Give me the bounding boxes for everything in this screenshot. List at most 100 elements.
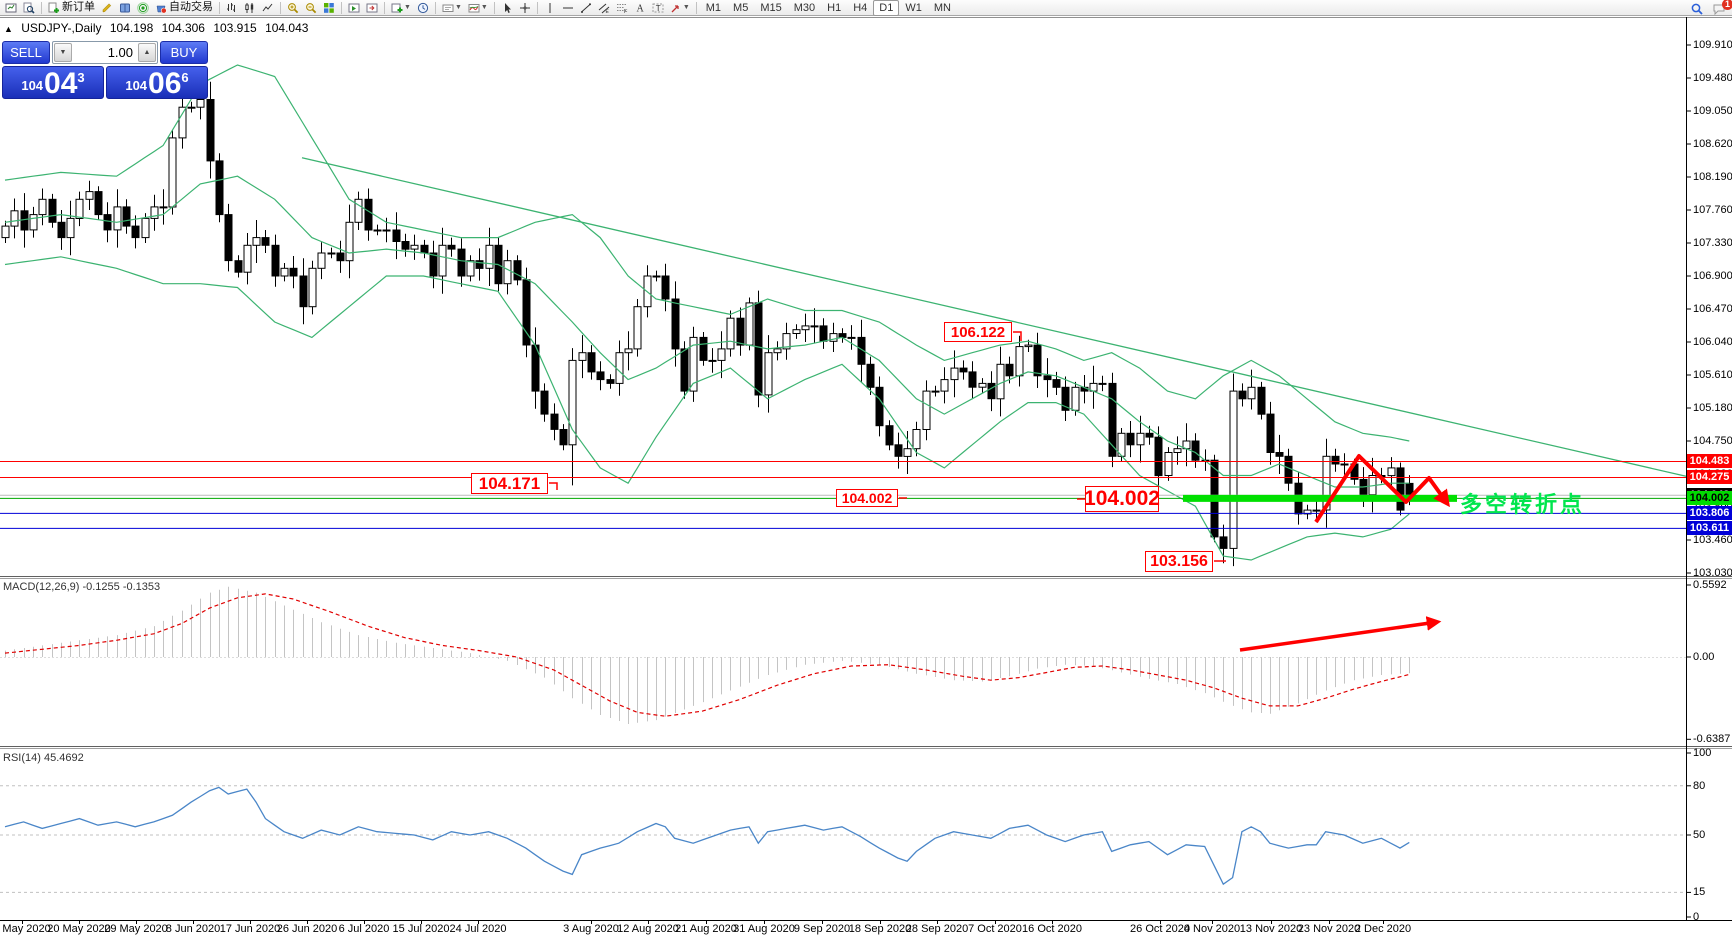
vertical-line-button[interactable] [541,0,559,16]
cursor-button[interactable] [498,0,516,16]
auto-trading-label: 自动交易 [169,1,213,14]
timeframe-W1-button[interactable]: W1 [899,0,928,16]
notifications-button[interactable]: 1 [1710,1,1728,17]
date-tick-label: 28 Sep 2020 [906,923,968,935]
ohlc-high: 104.306 [162,21,205,35]
dropdown-caret-icon: ▼ [404,4,411,11]
period-clock-button[interactable] [414,0,432,16]
auto-scroll-button[interactable] [345,0,363,16]
candlestick-mode-button[interactable] [241,0,259,16]
timeframe-M5-button[interactable]: M5 [727,0,754,16]
volume-increase-button[interactable]: ▲ [138,43,156,62]
toolbar-separator [494,2,495,14]
date-tick-label: 7 Oct 2020 [968,923,1022,935]
bollinger-bands [5,65,1409,560]
price-tick-label: 106.900 [1693,270,1732,283]
descending-trendline[interactable] [302,158,1686,477]
cursor-icon [501,2,513,14]
line-chart-mode-button[interactable] [259,0,277,16]
date-tick-label: 21 Aug 2020 [675,923,737,935]
toolbar-separator [219,2,220,14]
dropdown-caret-icon: ▼ [455,4,462,11]
chart-shift-button[interactable] [363,0,381,16]
chart-window: ▲ USDJPY-,Daily 104.198 104.306 103.915 … [0,0,1732,939]
date-tick-label: 4 Nov 2020 [1184,923,1240,935]
price-tick-label: 107.760 [1693,204,1732,217]
search-button[interactable] [1688,1,1706,17]
chart-canvas[interactable] [0,0,1732,939]
trendline-button[interactable] [577,0,595,16]
toolbar-separator [696,2,697,14]
sell-price-point: 3 [77,70,84,85]
equidistant-channel-button[interactable]: E [595,0,613,16]
text-label-button[interactable]: T [649,0,667,16]
rsi-tick-label: 50 [1693,829,1705,842]
date-tick-label: 26 Oct 2020 [1130,923,1190,935]
date-tick-label: 24 Jul 2020 [450,923,507,935]
new-order-label: 新订单 [62,1,95,14]
zoom-out-button[interactable] [302,0,320,16]
new-chart-button[interactable]: ▼ [388,0,414,16]
text-button[interactable]: A [631,0,649,16]
chartshift-icon [366,2,378,14]
auto-trading-button[interactable]: 自动交易 [152,0,216,16]
textA-icon: A [634,2,646,14]
volume-decrease-button[interactable]: ▼ [54,43,72,62]
symbol-name: USDJPY-,Daily [21,21,101,35]
horizontal-line-button[interactable] [559,0,577,16]
chart-window-button[interactable] [2,0,20,16]
price-label-annotation[interactable]: 103.156 [1145,551,1213,572]
price-tick-label: 109.910 [1693,39,1732,52]
zoom-in-button[interactable] [284,0,302,16]
sell-price-display[interactable]: 104 04 3 [2,66,104,99]
data-window-button[interactable] [20,0,38,16]
timeframe-M1-button[interactable]: M1 [700,0,727,16]
price-tick-label: 108.190 [1693,171,1732,184]
sell-button[interactable]: SELL [2,41,50,64]
indbox-icon [468,2,480,14]
date-tick-label: 12 Aug 2020 [617,923,679,935]
bar-chart-mode-button[interactable] [223,0,241,16]
date-tick-label: 3 Aug 2020 [563,923,619,935]
buy-button[interactable]: BUY [160,41,208,64]
price-tick-label: 104.750 [1693,435,1732,448]
timeframe-H4-button[interactable]: H4 [847,0,873,16]
price-tick-label: 106.470 [1693,303,1732,316]
timeframe-H1-button[interactable]: H1 [821,0,847,16]
price-label-annotation[interactable]: 106.122 [944,322,1012,342]
styler-button[interactable] [98,0,116,16]
timeframe-D1-button[interactable]: D1 [873,0,899,16]
market-watch-button[interactable] [116,0,134,16]
collapse-arrow-icon[interactable]: ▲ [4,24,13,34]
sell-price-pips: 04 [44,70,77,97]
price-label-annotation[interactable]: 104.002 [836,489,898,507]
date-tick-label: 26 Jun 2020 [277,923,338,935]
price-label-annotation[interactable]: 104.002 [1085,486,1159,512]
date-tick-label: 31 Aug 2020 [733,923,795,935]
date-tick-label: 15 Jul 2020 [393,923,450,935]
templates-button[interactable]: ▼ [439,0,465,16]
tile-windows-button[interactable] [320,0,338,16]
timeframe-M30-button[interactable]: M30 [788,0,821,16]
buy-price-display[interactable]: 104 06 6 [106,66,208,99]
crosshair-button[interactable] [516,0,534,16]
channel-icon: E [598,2,610,14]
price-tick-label: 105.180 [1693,402,1732,415]
turning-point-note[interactable]: 多空转折点 [1460,487,1585,519]
date-tick-label: 18 Sep 2020 [849,923,911,935]
volume-input[interactable]: 1.00 [73,42,137,63]
timeframe-MN-button[interactable]: MN [928,0,957,16]
trading-terminal: ▲ USDJPY-,Daily 104.198 104.306 103.915 … [0,0,1732,939]
notification-count-badge: 1 [1722,0,1732,10]
dropdown-caret-icon: ▼ [683,4,690,11]
arrow-objects-button[interactable]: ▼ [667,0,693,16]
timeframe-M15-button[interactable]: M15 [754,0,787,16]
indicators-list-button[interactable]: ▼ [465,0,491,16]
one-click-trading-panel: SELL ▼ 1.00 ▲ BUY 104 04 3 104 06 6 [2,41,208,99]
signals-button[interactable] [134,0,152,16]
magdoc-icon [23,2,35,14]
price-label-annotation[interactable]: 104.171 [471,473,548,494]
new-order-button[interactable]: 新订单 [45,0,98,16]
fibonacci-button[interactable]: F [613,0,631,16]
macd-trend-arrow[interactable] [1240,622,1437,650]
